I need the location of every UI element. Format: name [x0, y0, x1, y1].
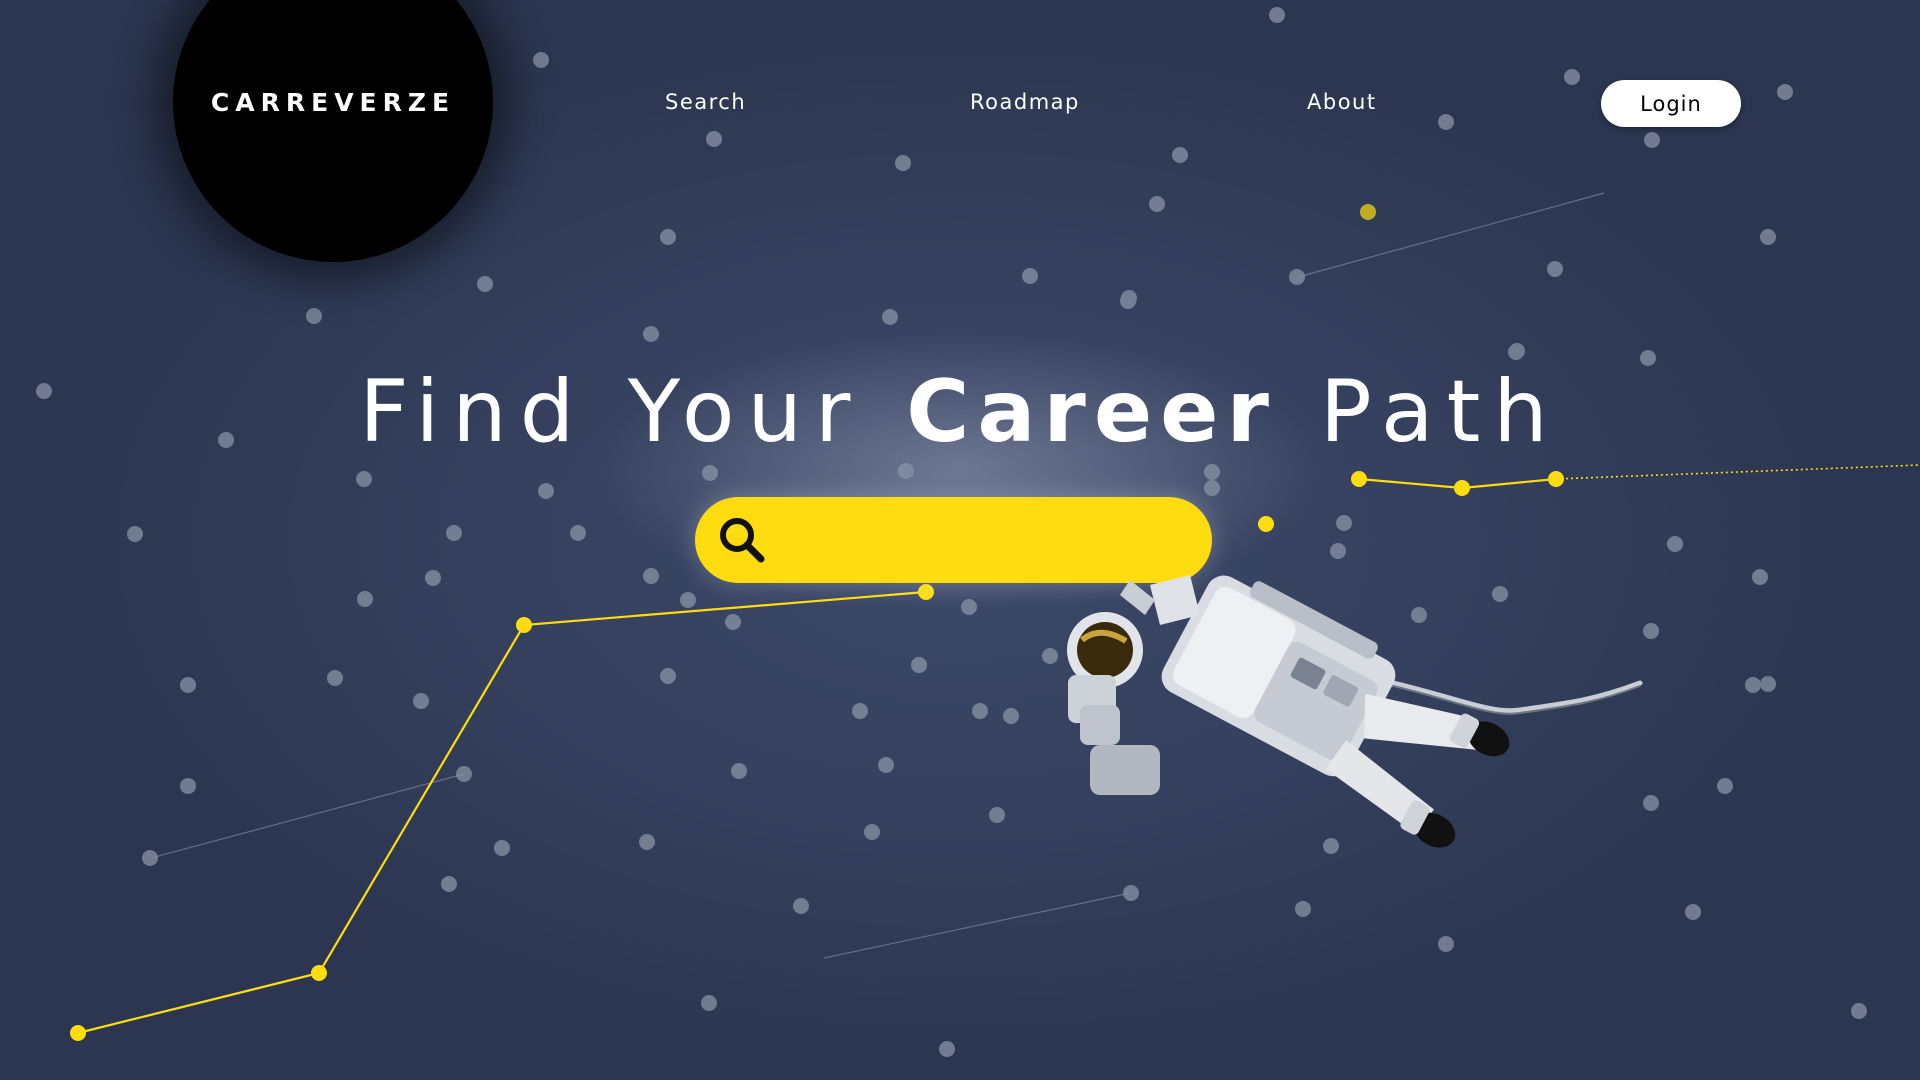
- nav-link-search[interactable]: Search: [665, 90, 746, 114]
- login-button[interactable]: Login: [1601, 80, 1741, 127]
- brand-logo[interactable]: CARREVERZE: [173, 88, 493, 117]
- search-icon[interactable]: [715, 513, 769, 567]
- nav-link-roadmap[interactable]: Roadmap: [970, 90, 1080, 114]
- hero-title-end: Path: [1319, 362, 1561, 462]
- nav-link-about[interactable]: About: [1307, 90, 1377, 114]
- hero-title-start: Find Your: [359, 362, 864, 462]
- hero-title-emphasis: Career: [906, 362, 1277, 462]
- hero-title: Find Your Career Path: [0, 362, 1920, 462]
- astronaut-illustration: [1067, 575, 1643, 848]
- landing-page: CARREVERZE Search Roadmap About Login Fi…: [0, 0, 1920, 1080]
